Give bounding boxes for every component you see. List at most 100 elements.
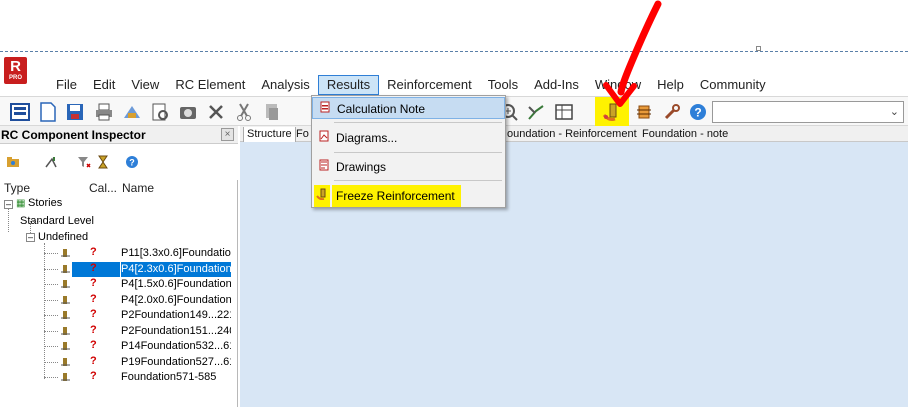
- menu-item-freeze-reinforcement[interactable]: Freeze Reinforcement: [312, 185, 505, 207]
- open-component-icon[interactable]: [6, 155, 20, 172]
- hourglass-icon[interactable]: [96, 155, 110, 172]
- settings-wrench-icon[interactable]: [660, 100, 684, 124]
- calculation-status: ?: [90, 292, 97, 305]
- menu-separator: [334, 122, 502, 123]
- svg-text:?: ?: [129, 158, 135, 168]
- structure-model-icon[interactable]: [120, 100, 144, 124]
- stories-icon: ▦: [16, 198, 26, 209]
- tree-connector: [44, 361, 58, 363]
- tree-node-standard-level[interactable]: Standard Level: [20, 214, 94, 229]
- foundation-icon: [60, 371, 72, 386]
- menu-view[interactable]: View: [123, 75, 167, 95]
- foundation-icon: [60, 309, 72, 324]
- help-icon[interactable]: ?: [686, 100, 710, 124]
- inspector-toggle-icon[interactable]: [8, 100, 32, 124]
- component-row[interactable]: Foundation571-585: [121, 370, 231, 385]
- resize-handle: [756, 46, 761, 51]
- collapse-undefined-toggle[interactable]: –: [26, 233, 35, 242]
- print-icon[interactable]: [92, 100, 116, 124]
- tree-node-stories[interactable]: Stories: [28, 196, 62, 211]
- menu-window[interactable]: Window: [587, 75, 649, 95]
- menu-label: Diagrams...: [336, 131, 398, 145]
- foundation-icon: [60, 356, 72, 371]
- menu-results[interactable]: Results: [317, 75, 380, 95]
- screen-capture-icon[interactable]: [176, 100, 200, 124]
- tab-foundation-reinforcement[interactable]: oundation - Reinforcement: [504, 127, 640, 142]
- close-icon[interactable]: ×: [221, 128, 234, 141]
- component-row[interactable]: P14Foundation532...61: [121, 339, 231, 354]
- column-header-name[interactable]: Name: [122, 181, 154, 195]
- component-row[interactable]: P2Foundation149...221: [121, 308, 231, 323]
- component-row[interactable]: P19Foundation527...61: [121, 355, 231, 370]
- rc-component-inspector: RC Component Inspector × ? Type Cal... N…: [0, 126, 238, 407]
- save-icon[interactable]: [63, 100, 87, 124]
- component-row[interactable]: P4[1.5x0.6]Foundation2: [121, 277, 231, 292]
- delete-icon[interactable]: [204, 100, 228, 124]
- menu-label: Calculation Note: [337, 102, 426, 116]
- copy-icon[interactable]: [260, 100, 284, 124]
- help-icon[interactable]: ?: [125, 155, 139, 172]
- results-dropdown-menu: Calculation Note Diagrams... Drawings Fr…: [311, 95, 506, 208]
- table-view-icon[interactable]: [552, 100, 576, 124]
- diagrams-icon: [318, 127, 330, 149]
- menu-item-diagrams[interactable]: Diagrams...: [312, 127, 505, 149]
- menu-item-drawings[interactable]: Drawings: [312, 156, 505, 178]
- calculation-status: ?: [90, 354, 97, 367]
- tree-connector: [44, 299, 58, 301]
- svg-text:?: ?: [694, 106, 701, 120]
- foundation-icon: [60, 325, 72, 340]
- menu-rc-element[interactable]: RC Element: [167, 75, 253, 95]
- menu-edit[interactable]: Edit: [85, 75, 123, 95]
- freeze-reinforcement-toolbar-icon[interactable]: [595, 97, 629, 127]
- menu-separator: [334, 152, 502, 153]
- component-row[interactable]: P11[3.3x0.6]Foundation: [121, 246, 231, 261]
- inspector-toolbar: ?: [0, 144, 238, 180]
- inspector-title: RC Component Inspector: [1, 128, 146, 142]
- calculation-note-icon: [319, 98, 331, 120]
- tree-connector: [8, 206, 9, 232]
- menu-separator: [334, 180, 502, 181]
- menu-file[interactable]: File: [48, 75, 85, 95]
- tab-foundation-note[interactable]: Foundation - note: [639, 127, 731, 142]
- calculation-status: ?: [90, 308, 97, 320]
- component-row[interactable]: P2Foundation151...240: [121, 324, 231, 339]
- tree-connector: [44, 284, 58, 285]
- foundation-icon: [60, 294, 72, 309]
- section-icon[interactable]: [524, 100, 548, 124]
- drawings-icon: [318, 156, 330, 178]
- menu-label: Drawings: [336, 160, 387, 174]
- component-row[interactable]: P4[2.0x0.6]Foundation2: [121, 293, 231, 308]
- foundation-icon: [60, 263, 72, 278]
- dashed-separator: [0, 51, 908, 52]
- calculate-icon[interactable]: [44, 155, 58, 172]
- freeze-reinforcement-icon: [314, 185, 330, 207]
- canvas-background: [0, 0, 908, 50]
- calculation-status: ?: [90, 339, 97, 351]
- menu-add-ins[interactable]: Add-Ins: [526, 75, 587, 95]
- menu-tools[interactable]: Tools: [480, 75, 526, 95]
- filter-icon[interactable]: [77, 155, 91, 172]
- calculation-status: ?: [90, 277, 97, 289]
- preview-icon[interactable]: [148, 100, 172, 124]
- component-row[interactable]: P4[2.3x0.6]Foundation2: [121, 261, 231, 277]
- toolbar-combo-box[interactable]: ⌄: [712, 101, 904, 123]
- tree-connector: [44, 330, 58, 332]
- reinforcement-3d-icon[interactable]: [632, 100, 656, 124]
- menu-community[interactable]: Community: [692, 75, 774, 95]
- calculation-status: ?: [90, 323, 97, 336]
- tree-connector: [44, 268, 58, 270]
- collapse-stories-toggle[interactable]: –: [4, 200, 13, 209]
- menu-bar: File Edit View RC Element Analysis Resul…: [0, 74, 908, 96]
- tab-foundation[interactable]: Fo: [293, 127, 312, 142]
- tree-node-undefined[interactable]: Undefined: [38, 230, 88, 245]
- menu-analysis[interactable]: Analysis: [253, 75, 317, 95]
- cut-icon[interactable]: [232, 100, 256, 124]
- column-header-cal[interactable]: Cal...: [89, 181, 117, 195]
- menu-reinforcement[interactable]: Reinforcement: [379, 75, 480, 95]
- tab-structure[interactable]: Structure: [243, 127, 296, 142]
- menu-help[interactable]: Help: [649, 75, 692, 95]
- column-header-type[interactable]: Type: [4, 181, 30, 195]
- new-file-icon[interactable]: [36, 100, 60, 124]
- foundation-icon: [60, 247, 72, 262]
- menu-item-calculation-note[interactable]: Calculation Note: [312, 97, 505, 119]
